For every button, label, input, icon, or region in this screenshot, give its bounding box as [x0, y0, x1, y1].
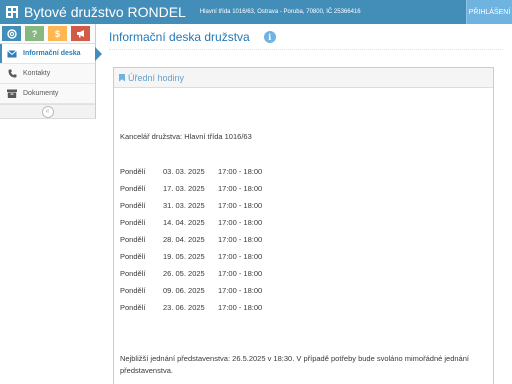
hours-date: 17. 03. 2025 — [163, 184, 205, 193]
building-logo-icon[interactable] — [4, 4, 20, 20]
hours-time: 17:00 - 18:00 — [218, 252, 263, 261]
sidebar-item-dokumenty[interactable]: Dokumenty — [0, 84, 95, 104]
board-meeting-note: Nejbližší jednání představenstva: 26.5.2… — [120, 354, 469, 375]
sidebar-item-informacni-deska[interactable]: Informační deska — [0, 44, 102, 64]
hours-time: 17:00 - 18:00 — [218, 218, 263, 227]
list-item: Pondělí 28. 04. 2025 17:00 - 18:00 — [120, 235, 288, 252]
list-item: Pondělí 26. 05. 2025 17:00 - 18:00 — [120, 269, 288, 286]
sidebar-shortcuts: ? $ — [0, 24, 95, 44]
widget-header: Úřední hodiny — [114, 68, 493, 88]
shortcut-question-button[interactable]: ? — [25, 26, 44, 41]
office-hours-widget: Úřední hodiny Kancelář družstva: Hlavní … — [113, 67, 494, 384]
hours-day: Pondělí — [120, 303, 146, 312]
collapse-sidebar-button[interactable]: « — [41, 105, 54, 118]
hours-date: 31. 03. 2025 — [163, 201, 205, 210]
hours-time: 17:00 - 18:00 — [218, 286, 263, 295]
hours-date: 23. 06. 2025 — [163, 303, 205, 312]
sidebar: ? $ Informační deska Kontakty Dokumenty — [0, 24, 102, 119]
archive-icon — [6, 88, 18, 100]
hours-day: Pondělí — [120, 184, 146, 193]
phone-icon — [6, 68, 18, 80]
hours-date: 03. 03. 2025 — [163, 167, 205, 176]
hours-time: 17:00 - 18:00 — [218, 201, 263, 210]
hours-time: 17:00 - 18:00 — [218, 235, 263, 244]
list-item: Pondělí 14. 04. 2025 17:00 - 18:00 — [120, 218, 288, 235]
page-header: Informační deska družstva i — [109, 24, 503, 50]
hours-time: 17:00 - 18:00 — [218, 184, 263, 193]
shortcut-dollar-button[interactable]: $ — [48, 26, 67, 41]
hours-date: 09. 06. 2025 — [163, 286, 205, 295]
list-item: Pondělí 03. 03. 2025 17:00 - 18:00 — [120, 167, 288, 184]
hours-day: Pondělí — [120, 252, 146, 261]
hours-day: Pondělí — [120, 167, 146, 176]
app-title[interactable]: Bytové družstvo RONDEL — [24, 4, 186, 20]
hours-day: Pondělí — [120, 286, 146, 295]
list-item: Pondělí 23. 06. 2025 17:00 - 18:00 — [120, 303, 288, 320]
hours-date: 26. 05. 2025 — [163, 269, 205, 278]
help-circle-icon — [6, 28, 17, 39]
bookmark-icon — [119, 73, 125, 82]
hours-date: 19. 05. 2025 — [163, 252, 205, 261]
double-chevron-left-icon: « — [45, 108, 50, 115]
office-hours-list: Pondělí 03. 03. 2025 17:00 - 18:00 Pondělí… — [120, 167, 288, 320]
hours-time: 17:00 - 18:00 — [218, 303, 263, 312]
sidebar-item-label: Dokumenty — [23, 90, 59, 97]
hours-date: 28. 04. 2025 — [163, 235, 205, 244]
hours-date: 14. 04. 2025 — [163, 218, 205, 227]
sidebar-item-kontakty[interactable]: Kontakty — [0, 64, 95, 84]
megaphone-icon — [76, 30, 84, 38]
hours-time: 17:00 - 18:00 — [218, 269, 263, 278]
header-address: Hlavní třída 1016/63, Ostrava - Poruba, … — [199, 9, 361, 15]
list-item: Pondělí 09. 06. 2025 17:00 - 18:00 — [120, 286, 288, 303]
hours-day: Pondělí — [120, 201, 146, 210]
sidebar-item-label: Kontakty — [23, 70, 51, 77]
shortcut-help-button[interactable] — [2, 26, 21, 41]
hours-time: 17:00 - 18:00 — [218, 167, 263, 176]
office-address: Kancelář družstva: Hlavní třída 1016/63 — [120, 132, 252, 141]
sidebar-item-label: Informační deska — [23, 50, 81, 57]
list-item: Pondělí 19. 05. 2025 17:00 - 18:00 — [120, 252, 288, 269]
dollar-icon: $ — [54, 28, 60, 39]
hours-day: Pondělí — [120, 218, 146, 227]
hours-day: Pondělí — [120, 269, 146, 278]
page-title: Informační deska družstva — [109, 29, 250, 44]
top-bar: Bytové družstvo RONDEL Hlavní třída 1016… — [0, 0, 512, 24]
info-icon[interactable]: i — [263, 30, 276, 43]
sidebar-collapse-bar: « — [0, 104, 95, 118]
widget-title: Úřední hodiny — [128, 72, 185, 83]
login-button[interactable]: PŘIHLÁŠENÍ — [466, 0, 512, 24]
hours-day: Pondělí — [120, 235, 146, 244]
question-icon: ? — [31, 28, 38, 39]
envelope-icon — [6, 48, 18, 60]
list-item: Pondělí 17. 03. 2025 17:00 - 18:00 — [120, 184, 288, 201]
list-item: Pondělí 31. 03. 2025 17:00 - 18:00 — [120, 201, 288, 218]
shortcut-megaphone-button[interactable] — [71, 26, 90, 41]
